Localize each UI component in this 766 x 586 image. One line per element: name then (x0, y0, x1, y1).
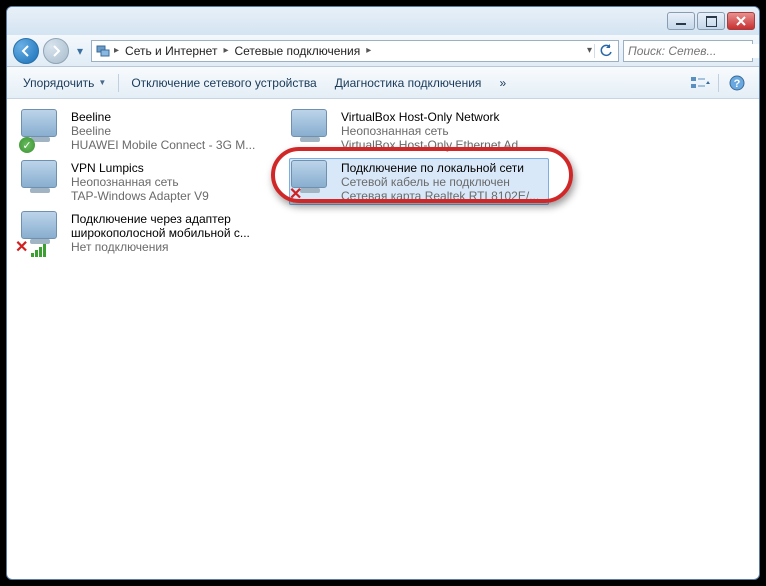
connection-status: Неопознанная сеть (341, 124, 547, 138)
explorer-window: ▾ ▸ Сеть и Интернет ▸ Сетевые подключени… (6, 6, 760, 580)
disable-device-button[interactable]: Отключение сетевого устройства (123, 72, 324, 94)
connection-item[interactable]: VirtualBox Host-Only Network Неопознанна… (289, 107, 549, 154)
view-options-button[interactable] (686, 71, 714, 95)
connection-name: Подключение через адаптер широкополосной… (71, 212, 277, 240)
toolbar-overflow[interactable]: » (491, 72, 514, 94)
forward-button[interactable] (43, 38, 69, 64)
connection-device: Сетевая карта Realtek RTL8102E/... (341, 189, 547, 203)
organize-menu[interactable]: Упорядочить▼ (15, 72, 114, 94)
minimize-button[interactable] (667, 12, 695, 30)
connection-icon: ✕ (21, 211, 63, 253)
history-dropdown-icon[interactable]: ▾ (73, 38, 87, 64)
chevron-right-icon: ▸ (112, 45, 121, 56)
connection-status: Beeline (71, 124, 277, 138)
search-input[interactable] (624, 44, 760, 58)
network-location-icon (94, 43, 112, 59)
back-button[interactable] (13, 38, 39, 64)
connection-icon: ✕ (291, 160, 333, 202)
connection-status: Неопознанная сеть (71, 175, 277, 189)
search-box[interactable] (623, 40, 753, 62)
toolbar: Упорядочить▼ Отключение сетевого устройс… (7, 67, 759, 99)
connection-item-selected[interactable]: ✕ Подключение по локальной сети Сетевой … (289, 158, 549, 205)
connection-device: HUAWEI Mobile Connect - 3G M... (71, 138, 277, 152)
connection-item[interactable]: VPN Lumpics Неопознанная сеть TAP-Window… (19, 158, 279, 205)
connection-item[interactable]: ✓ Beeline Beeline HUAWEI Mobile Connect … (19, 107, 279, 154)
maximize-button[interactable] (697, 12, 725, 30)
chevron-right-icon: ▸ (364, 45, 373, 56)
connection-item[interactable]: ✕ Подключение через адаптер широкополосн… (19, 209, 279, 256)
connection-name: VPN Lumpics (71, 161, 277, 175)
connection-device: TAP-Windows Adapter V9 (71, 189, 277, 203)
help-button[interactable]: ? (723, 71, 751, 95)
navbar: ▾ ▸ Сеть и Интернет ▸ Сетевые подключени… (7, 35, 759, 67)
diagnose-button[interactable]: Диагностика подключения (327, 72, 490, 94)
connection-name: Подключение по локальной сети (341, 161, 547, 175)
address-dropdown-icon[interactable]: ▾ (585, 45, 594, 56)
signal-bars-icon (31, 244, 46, 257)
chevron-right-icon: ▸ (221, 45, 230, 56)
address-bar[interactable]: ▸ Сеть и Интернет ▸ Сетевые подключения … (91, 40, 619, 62)
connection-list: ✓ Beeline Beeline HUAWEI Mobile Connect … (7, 99, 759, 264)
svg-text:?: ? (734, 78, 741, 90)
connection-icon (291, 109, 333, 151)
close-button[interactable] (727, 12, 755, 30)
connection-icon: ✓ (21, 109, 63, 151)
titlebar (7, 7, 759, 35)
connection-name: Beeline (71, 110, 277, 124)
connection-name: VirtualBox Host-Only Network (341, 110, 547, 124)
connection-device: VirtualBox Host-Only Ethernet Ad... (341, 138, 547, 152)
breadcrumb-segment[interactable]: Сеть и Интернет (121, 44, 221, 58)
breadcrumb-segment[interactable]: Сетевые подключения (230, 44, 364, 58)
status-disconnected-icon: ✕ (289, 188, 305, 204)
connection-status: Нет подключения (71, 240, 277, 254)
connection-icon (21, 160, 63, 202)
status-connected-icon: ✓ (19, 137, 35, 153)
refresh-button[interactable] (594, 44, 616, 58)
connection-status: Сетевой кабель не подключен (341, 175, 547, 189)
status-disconnected-icon: ✕ (15, 241, 31, 257)
chevron-down-icon: ▼ (98, 78, 106, 87)
